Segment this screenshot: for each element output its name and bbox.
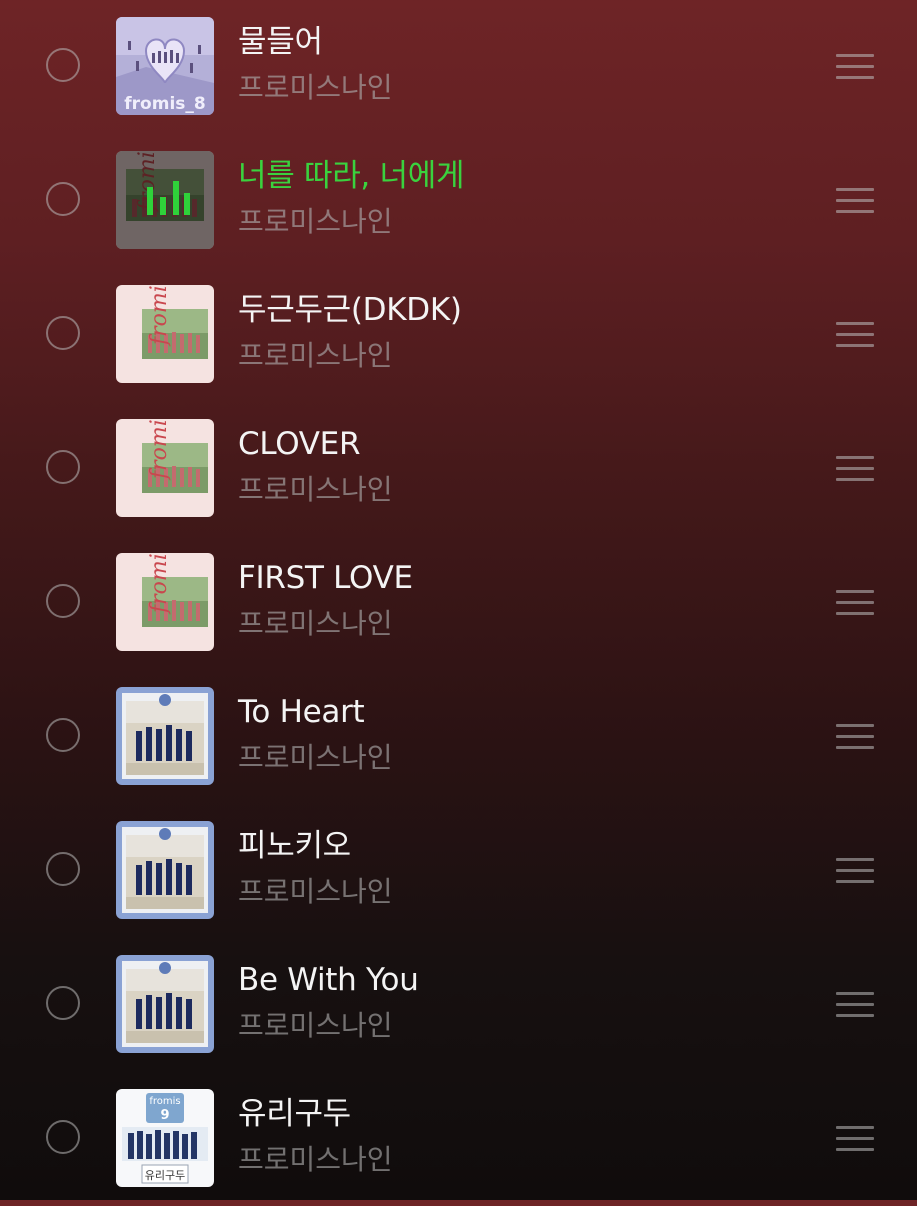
- select-radio[interactable]: [46, 986, 80, 1020]
- song-artist: 프로미스나인: [238, 473, 393, 506]
- song-artist: 프로미스나인: [238, 1009, 393, 1042]
- select-radio[interactable]: [46, 316, 80, 350]
- song-row[interactable]: Be With You 프로미스나인: [0, 938, 917, 1072]
- song-title: 물들어: [238, 24, 323, 60]
- cover-text: fromis: [149, 1096, 180, 1107]
- song-row[interactable]: 피노키오 프로미스나인: [0, 804, 917, 938]
- cover-text: fromis_8: [124, 94, 205, 114]
- song-artist: 프로미스나인: [238, 875, 393, 908]
- song-artist: 프로미스나인: [238, 339, 393, 372]
- drag-handle-icon[interactable]: [836, 588, 874, 616]
- song-title: CLOVER: [238, 426, 361, 462]
- select-radio[interactable]: [46, 718, 80, 752]
- song-artist: 프로미스나인: [238, 741, 393, 774]
- album-cover: [116, 955, 214, 1053]
- song-artist: 프로미스나인: [238, 71, 393, 104]
- select-radio[interactable]: [46, 48, 80, 82]
- album-cover-art: [116, 821, 214, 919]
- album-cover: fromis_8: [116, 17, 214, 115]
- album-cover-art: fromis 9: [116, 553, 214, 651]
- drag-handle-icon[interactable]: [836, 990, 874, 1018]
- album-cover: fromis 9: [116, 419, 214, 517]
- song-row[interactable]: fromis 9 두근두근(DKDK) 프로미스나인: [0, 268, 917, 402]
- cover-text: 9: [160, 1108, 169, 1123]
- select-radio[interactable]: [46, 1120, 80, 1154]
- drag-handle-icon[interactable]: [836, 722, 874, 750]
- album-cover-art: [116, 687, 214, 785]
- album-cover-art: fromis 9: [116, 285, 214, 383]
- drag-handle-icon[interactable]: [836, 320, 874, 348]
- song-row[interactable]: fromis 9 FIRST LOVE 프로미스나인: [0, 536, 917, 670]
- song-artist: 프로미스나인: [238, 607, 393, 640]
- album-cover: fromis 9: [116, 553, 214, 651]
- song-title: 두근두근(DKDK): [238, 292, 462, 328]
- song-title: Be With You: [238, 962, 419, 998]
- album-cover-art: fromis_8: [116, 17, 214, 115]
- drag-handle-icon[interactable]: [836, 52, 874, 80]
- song-title: 유리구두: [238, 1096, 351, 1132]
- select-radio[interactable]: [46, 450, 80, 484]
- song-artist: 프로미스나인: [238, 1143, 393, 1176]
- song-row[interactable]: To Heart 프로미스나인: [0, 670, 917, 804]
- song-row[interactable]: fromis_8 물들어 프로미스나인: [0, 0, 917, 134]
- select-radio[interactable]: [46, 584, 80, 618]
- song-title: 피노키오: [238, 828, 351, 864]
- cover-text: fromis 9: [147, 285, 172, 347]
- album-cover-art: fromis 9 유리구두: [116, 1089, 214, 1187]
- select-radio[interactable]: [46, 182, 80, 216]
- album-cover-art: fromis 9: [116, 151, 214, 249]
- drag-handle-icon[interactable]: [836, 186, 874, 214]
- song-row[interactable]: fromis 9 CLOVER 프로미스나인: [0, 402, 917, 536]
- song-title: FIRST LOVE: [238, 560, 413, 596]
- playlist: fromis_8 물들어 프로미스나인 너를 따라, 너에게 프로미스나인 fr…: [0, 0, 917, 1200]
- song-artist: 프로미스나인: [238, 205, 393, 238]
- album-cover-art: fromis 9: [116, 419, 214, 517]
- drag-handle-icon[interactable]: [836, 454, 874, 482]
- song-row[interactable]: fromis 9 유리구두 유리구두 프로미스나인: [0, 1072, 917, 1206]
- album-cover: fromis 9: [116, 151, 214, 249]
- song-row-playing[interactable]: fromis 9 너를 따라, 너에게 프로미스나인: [0, 134, 917, 268]
- album-cover: fromis 9 유리구두: [116, 1089, 214, 1187]
- drag-handle-icon[interactable]: [836, 1124, 874, 1152]
- song-title: To Heart: [238, 694, 365, 730]
- album-cover-art: [116, 955, 214, 1053]
- album-cover: fromis 9: [116, 285, 214, 383]
- select-radio[interactable]: [46, 852, 80, 886]
- cover-text: fromis 9: [147, 553, 172, 615]
- cover-text: fromis 9: [147, 419, 172, 481]
- cover-text: 유리구두: [145, 1169, 185, 1182]
- album-cover: [116, 687, 214, 785]
- drag-handle-icon[interactable]: [836, 856, 874, 884]
- song-title: 너를 따라, 너에게: [238, 158, 465, 194]
- album-cover: [116, 821, 214, 919]
